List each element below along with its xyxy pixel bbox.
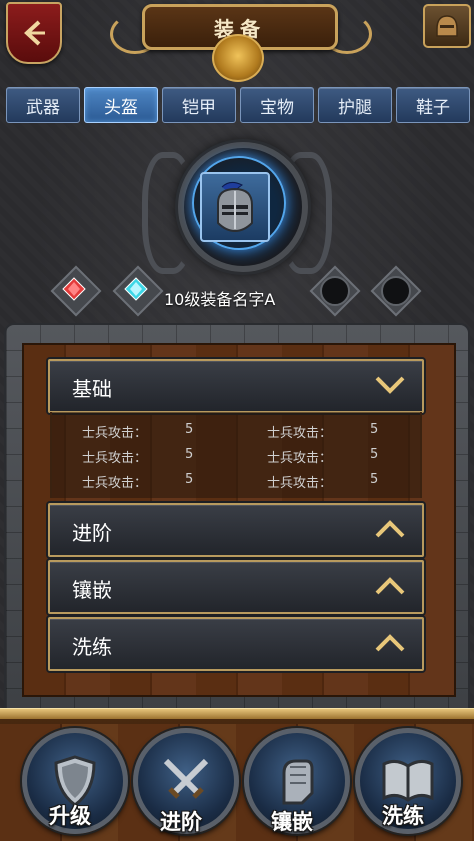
knight-helmet-icon — [217, 181, 253, 233]
back-button[interactable] — [6, 2, 62, 64]
gem-slot-red[interactable] — [50, 265, 102, 317]
section-basic-header[interactable]: 基础 — [48, 359, 424, 413]
section-refine-label: 洗练 — [72, 635, 112, 659]
advance-label: 进阶 — [160, 810, 202, 834]
inlay-label: 镶嵌 — [271, 810, 313, 834]
gauntlet-icon — [282, 759, 314, 805]
helmet-icon — [436, 15, 458, 37]
refine-label: 洗练 — [382, 804, 424, 828]
section-inlay-label: 镶嵌 — [72, 578, 112, 602]
gold-trim — [0, 708, 474, 719]
tab-helmet[interactable]: 头盔 — [84, 87, 158, 123]
equipment-frame — [142, 132, 332, 302]
crossed-swords-icon — [163, 758, 209, 799]
tab-treasure[interactable]: 宝物 — [240, 87, 314, 123]
section-refine-header[interactable]: 洗练 — [48, 617, 424, 671]
tab-shoes[interactable]: 鞋子 — [396, 87, 470, 123]
section-advance-label: 进阶 — [72, 521, 112, 545]
stat-row: 士兵攻击： 5 — [267, 472, 379, 491]
stat-row: 士兵攻击： 5 — [82, 447, 194, 466]
stat-row: 士兵攻击： 5 — [82, 472, 194, 491]
stat-row: 士兵攻击： 5 — [82, 422, 194, 441]
gem-slot-empty-1[interactable] — [309, 265, 361, 317]
cyan-gem-icon — [124, 277, 148, 301]
chevron-down-icon — [375, 376, 405, 394]
section-advance-header[interactable]: 进阶 — [48, 503, 424, 557]
equipment-name: 10级装备名字A — [164, 290, 276, 309]
upgrade-label: 升级 — [49, 804, 91, 828]
helmet-avatar-button[interactable] — [423, 4, 471, 48]
chevron-up-icon — [375, 634, 405, 652]
section-inlay-header[interactable]: 镶嵌 — [48, 560, 424, 614]
lion-emblem-icon — [212, 34, 264, 82]
chevron-up-icon — [375, 520, 405, 538]
header: 装备 — [0, 0, 474, 82]
red-gem-icon — [62, 277, 86, 301]
tab-weapon[interactable]: 武器 — [6, 87, 80, 123]
book-icon — [382, 759, 434, 802]
equipment-tabs: 武器 头盔 铠甲 宝物 护腿 鞋子 — [6, 87, 470, 123]
gem-slot-cyan[interactable] — [112, 265, 164, 317]
equipment-slot[interactable] — [200, 172, 270, 242]
stat-row: 士兵攻击： 5 — [267, 447, 379, 466]
gem-slot-empty-2[interactable] — [370, 265, 422, 317]
stat-row: 士兵攻击： 5 — [267, 422, 379, 441]
stats-list: 士兵攻击： 5 士兵攻击： 5 士兵攻击： 5 士兵攻击： 5 士兵攻击： 5 士兵攻击：… — [50, 412, 422, 498]
section-basic-label: 基础 — [72, 377, 112, 401]
chevron-up-icon — [375, 577, 405, 595]
tab-leggings[interactable]: 护腿 — [318, 87, 392, 123]
back-arrow-icon — [24, 20, 45, 46]
tab-armor[interactable]: 铠甲 — [162, 87, 236, 123]
